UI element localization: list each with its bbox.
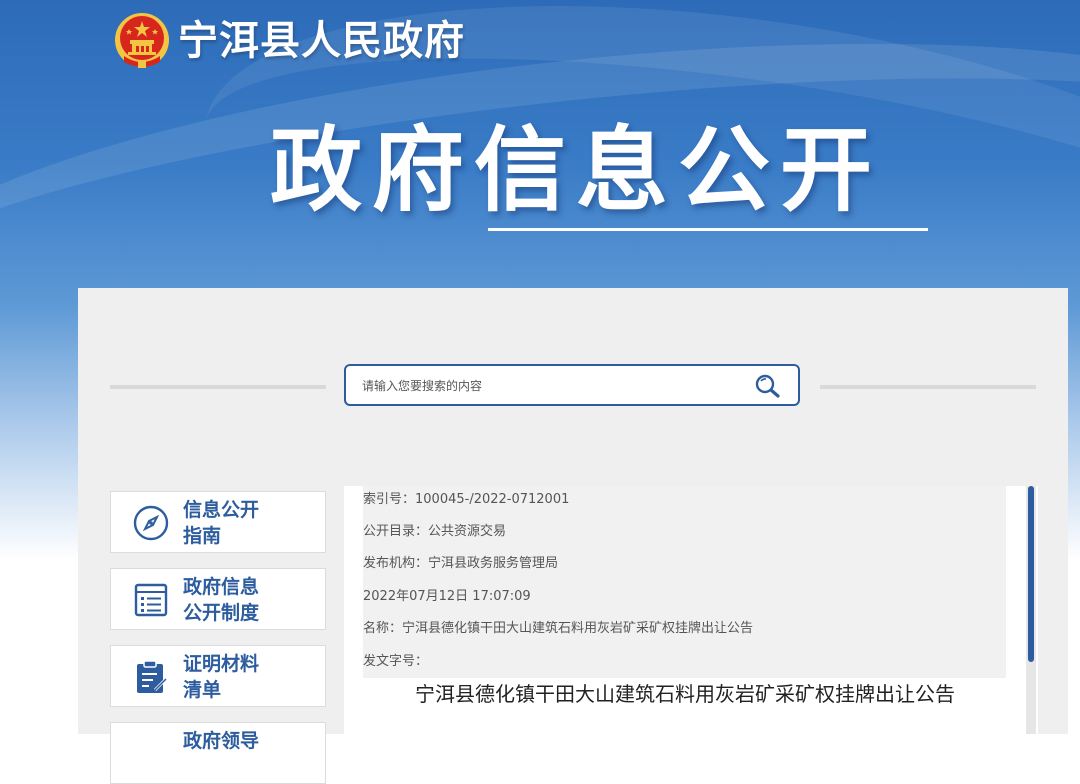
document-meta: 索引号：100045-/2022-0712001 公开目录：公共资源交易 发布机… (363, 486, 1006, 678)
meta-publisher: 发布机构：宁洱县政务服务管理局 (363, 556, 559, 571)
meta-document-name: 名称：宁洱县德化镇干田大山建筑石料用灰岩矿采矿权挂牌出让公告 (363, 621, 754, 636)
sidebar-item-label: 政府领导 (183, 730, 260, 752)
meta-index-number: 索引号：100045-/2022-0712001 (363, 492, 570, 507)
sidebar-item-label: 政府信息 公开制度 (183, 576, 260, 624)
meta-document-number: 发文字号： (363, 654, 429, 669)
sidebar-item-disclosure-system[interactable]: 政府信息 公开制度 (110, 568, 326, 630)
sidebar-item-disclosure-guide[interactable]: 信息公开 指南 (110, 491, 326, 553)
clipboard-edit-icon (137, 660, 168, 693)
divider-line (820, 385, 1036, 389)
document-title: 宁洱县德化镇干田大山建筑石料用灰岩矿采矿权挂牌出让公告 (415, 682, 955, 706)
meta-catalog: 公开目录：公共资源交易 (363, 524, 507, 539)
scrollbar-thumb[interactable] (1028, 486, 1034, 662)
national-emblem-icon (115, 13, 169, 68)
main-panel: 信息公开 指南 政府信息 公开制度 (78, 288, 1068, 784)
hero-title: 政府信息公开 (270, 117, 883, 224)
document-list-icon (134, 583, 168, 617)
meta-publish-date: 2022年07月12日 17:07:09 (363, 589, 531, 604)
search-box (344, 364, 800, 406)
sidebar-item-government-leaders[interactable]: 政府领导 (110, 722, 326, 784)
sidebar-item-certificate-list[interactable]: 证明材料 清单 (110, 645, 326, 707)
compass-icon (133, 505, 169, 541)
document-content: 索引号：100045-/2022-0712001 公开目录：公共资源交易 发布机… (344, 486, 1038, 734)
sidebar-item-label: 信息公开 指南 (183, 499, 260, 547)
divider-line (110, 385, 326, 389)
search-icon[interactable] (754, 373, 782, 399)
site-name[interactable]: 宁洱县人民政府 (178, 16, 465, 66)
hero-underline (488, 228, 928, 231)
search-input[interactable] (360, 374, 744, 398)
sidebar-item-label: 证明材料 清单 (183, 653, 260, 701)
content-scrollbar[interactable] (1026, 486, 1036, 734)
